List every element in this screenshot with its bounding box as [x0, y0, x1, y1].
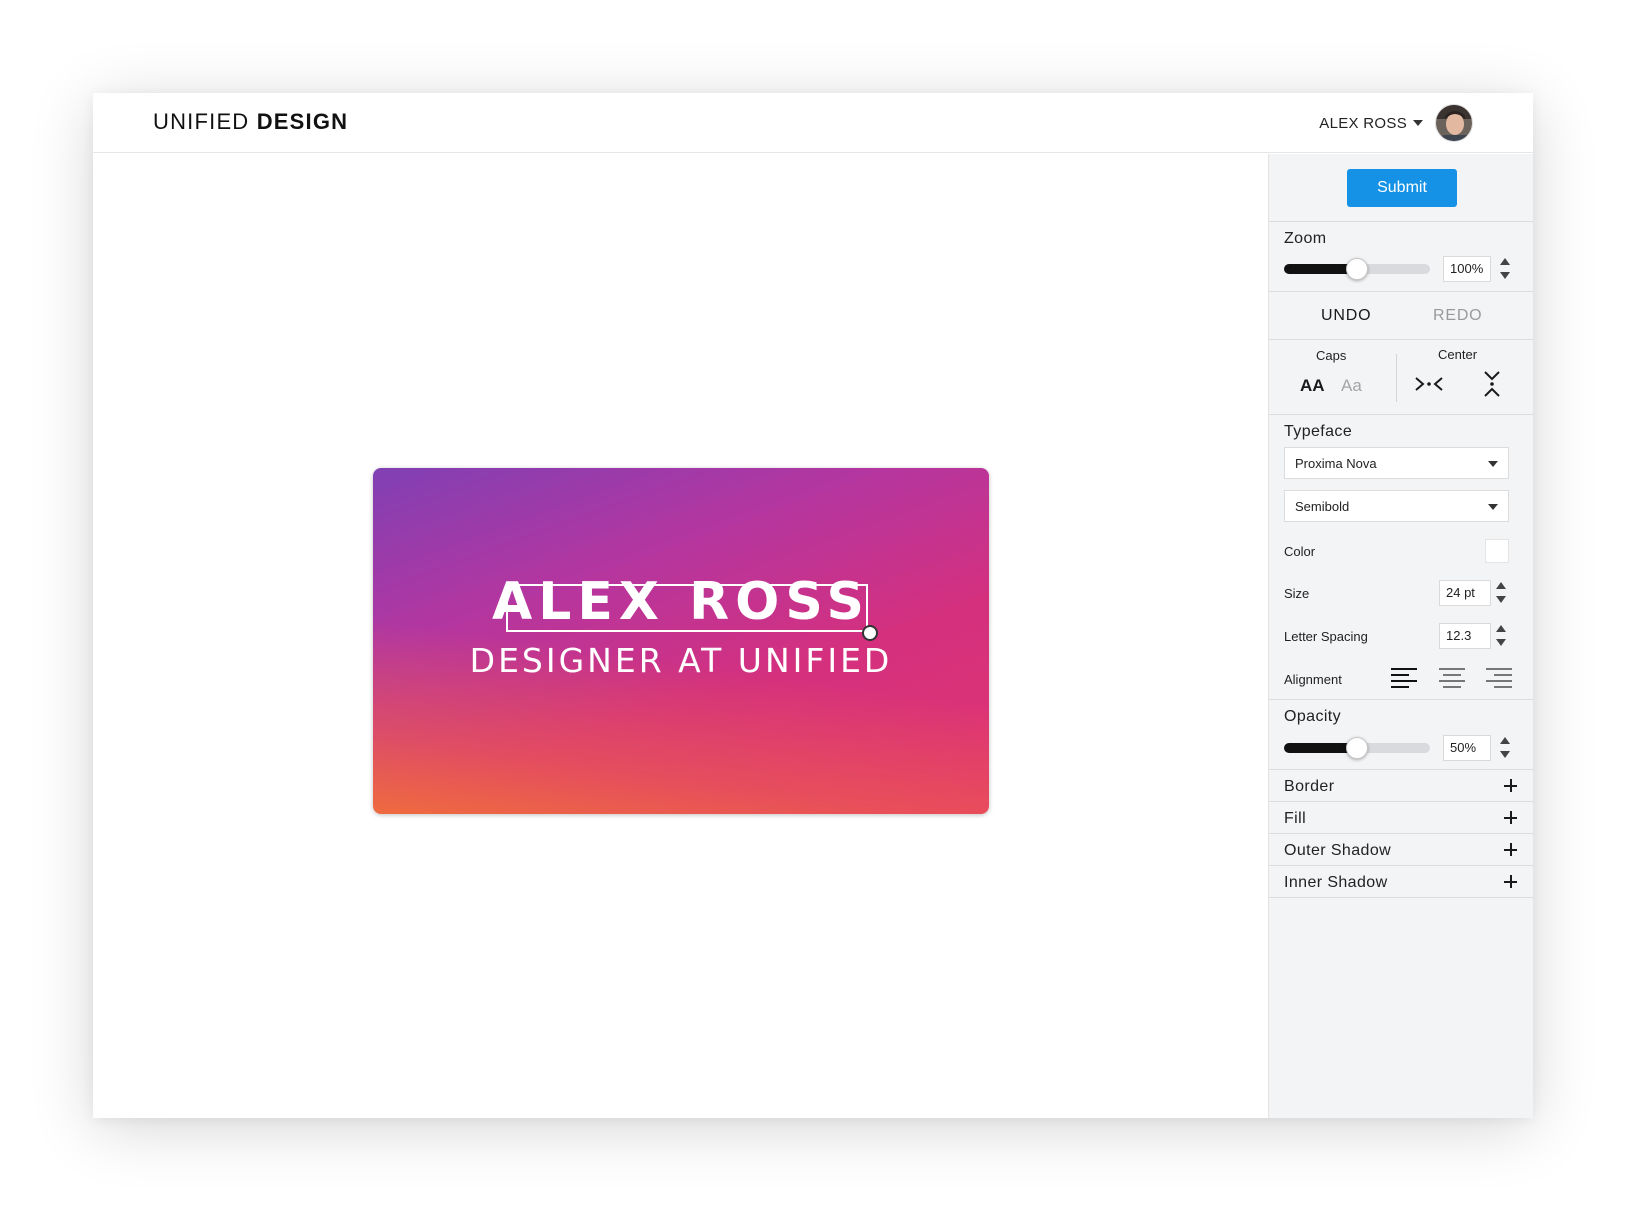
fill-expander[interactable]: Fill — [1269, 802, 1533, 834]
center-horizontal-icon[interactable] — [1414, 372, 1444, 396]
plus-icon[interactable] — [1504, 779, 1517, 792]
chevron-down-icon — [1488, 461, 1498, 467]
opacity-label: Opacity — [1284, 708, 1342, 725]
properties-panel: Submit Zoom 100% UNDO REDO Caps AA Aa Ce… — [1268, 154, 1533, 1118]
user-menu[interactable]: ALEX ROSS — [1319, 103, 1473, 143]
outer-shadow-expander[interactable]: Outer Shadow — [1269, 834, 1533, 866]
fill-label: Fill — [1284, 810, 1307, 827]
plus-icon[interactable] — [1504, 811, 1517, 824]
center-vertical-icon[interactable] — [1481, 370, 1503, 398]
center-label: Center — [1438, 347, 1478, 362]
size-input[interactable]: 24 pt — [1439, 580, 1491, 606]
brand-bold-text: DESIGN — [256, 109, 349, 134]
size-stepper[interactable] — [1495, 580, 1507, 606]
font-family-select[interactable]: Proxima Nova — [1284, 447, 1509, 479]
letter-spacing-stepper[interactable] — [1495, 623, 1507, 649]
card-subtitle-text[interactable]: DESIGNER AT UNIFIED — [373, 644, 989, 677]
stepper-down-icon[interactable] — [1500, 272, 1510, 279]
stepper-up-icon[interactable] — [1500, 258, 1510, 265]
submit-section: Submit — [1269, 154, 1533, 222]
design-canvas[interactable]: ALEX ROSS DESIGNER AT UNIFIED — [93, 154, 1268, 1118]
color-swatch[interactable] — [1485, 539, 1509, 563]
letter-spacing-label: Letter Spacing — [1284, 629, 1368, 644]
opacity-stepper[interactable] — [1499, 735, 1511, 761]
plus-icon[interactable] — [1504, 843, 1517, 856]
caps-label: Caps — [1316, 348, 1347, 363]
stepper-up-icon[interactable] — [1500, 737, 1510, 744]
typeface-label: Typeface — [1284, 423, 1353, 440]
top-bar: UNIFIED DESIGN ALEX ROSS — [93, 93, 1533, 153]
align-left-icon[interactable] — [1391, 667, 1417, 688]
zoom-input[interactable]: 100% — [1443, 256, 1491, 282]
avatar[interactable] — [1435, 104, 1473, 142]
history-section: UNDO REDO — [1269, 292, 1533, 340]
stepper-down-icon[interactable] — [1500, 751, 1510, 758]
submit-button[interactable]: Submit — [1347, 169, 1457, 207]
letter-spacing-input[interactable]: 12.3 — [1439, 623, 1491, 649]
redo-button[interactable]: REDO — [1433, 307, 1482, 325]
caps-uppercase-button[interactable]: AA — [1300, 376, 1325, 396]
opacity-slider-knob[interactable] — [1346, 737, 1368, 759]
font-weight-value: Semibold — [1295, 499, 1350, 514]
opacity-section: Opacity 50% — [1269, 700, 1533, 770]
stepper-up-icon[interactable] — [1496, 582, 1506, 589]
font-weight-select[interactable]: Semibold — [1284, 490, 1509, 522]
divider — [1396, 354, 1397, 402]
card-name-text[interactable]: ALEX ROSS — [373, 576, 989, 628]
caps-titlecase-button[interactable]: Aa — [1341, 376, 1362, 396]
opacity-slider[interactable] — [1284, 737, 1430, 759]
align-center-icon[interactable] — [1439, 667, 1465, 688]
undo-button[interactable]: UNDO — [1321, 307, 1371, 325]
zoom-slider[interactable] — [1284, 258, 1430, 280]
stepper-down-icon[interactable] — [1496, 596, 1506, 603]
inner-shadow-label: Inner Shadow — [1284, 874, 1388, 891]
opacity-input[interactable]: 50% — [1443, 735, 1491, 761]
alignment-label: Alignment — [1284, 672, 1342, 687]
color-label: Color — [1284, 544, 1316, 559]
zoom-label: Zoom — [1284, 230, 1327, 247]
resize-handle[interactable] — [862, 625, 878, 641]
user-name: ALEX ROSS — [1319, 114, 1407, 132]
zoom-section: Zoom 100% — [1269, 222, 1533, 292]
inner-shadow-expander[interactable]: Inner Shadow — [1269, 866, 1533, 898]
border-label: Border — [1284, 778, 1335, 795]
outer-shadow-label: Outer Shadow — [1284, 842, 1392, 859]
zoom-slider-knob[interactable] — [1346, 258, 1368, 280]
align-right-icon[interactable] — [1486, 667, 1512, 688]
stepper-down-icon[interactable] — [1496, 639, 1506, 646]
stepper-up-icon[interactable] — [1496, 625, 1506, 632]
chevron-down-icon — [1488, 504, 1498, 510]
typeface-section: Typeface Proxima Nova Semibold Color Siz… — [1269, 415, 1533, 700]
zoom-stepper[interactable] — [1499, 256, 1511, 282]
font-family-value: Proxima Nova — [1295, 456, 1377, 471]
brand-light-text: UNIFIED — [153, 109, 250, 134]
caps-center-section: Caps AA Aa Center — [1269, 340, 1533, 415]
border-expander[interactable]: Border — [1269, 770, 1533, 802]
chevron-down-icon — [1413, 120, 1423, 126]
plus-icon[interactable] — [1504, 875, 1517, 888]
brand-logo: UNIFIED DESIGN — [153, 109, 348, 135]
app-window: UNIFIED DESIGN ALEX ROSS ALEX ROSS DESIG… — [93, 93, 1533, 1118]
size-label: Size — [1284, 586, 1310, 601]
business-card[interactable]: ALEX ROSS DESIGNER AT UNIFIED — [373, 468, 989, 814]
